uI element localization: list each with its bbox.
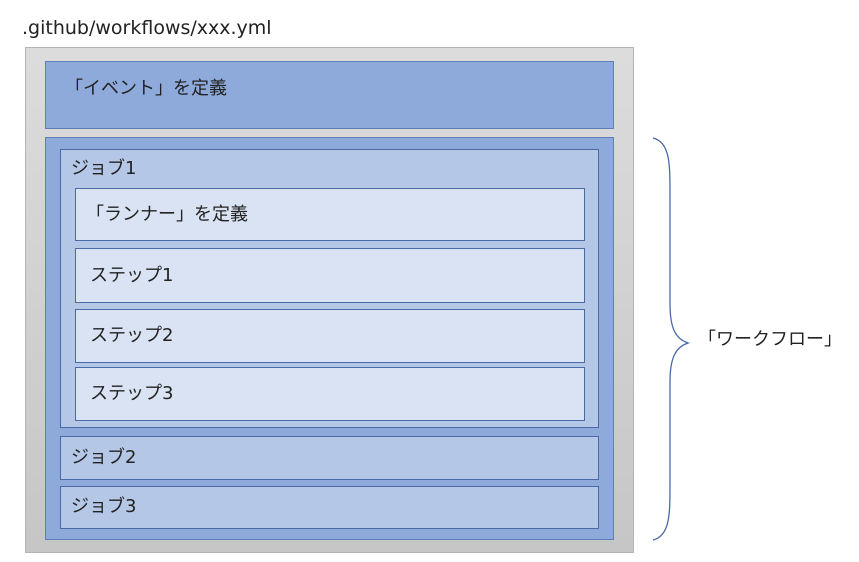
step-3-box: ステップ3 xyxy=(75,367,585,421)
event-definition-label: 「イベント」を定義 xyxy=(65,78,227,99)
runner-definition-box: 「ランナー」を定義 xyxy=(75,188,585,241)
file-path-label: .github/workflows/xxx.yml xyxy=(22,17,272,39)
step-1-box: ステップ1 xyxy=(75,248,585,303)
step-2-box: ステップ2 xyxy=(75,309,585,363)
job-2-box xyxy=(60,436,599,480)
event-definition-box: 「イベント」を定義 xyxy=(45,61,614,129)
job-2-title: ジョブ2 xyxy=(71,447,137,468)
step-2-label: ステップ2 xyxy=(90,325,174,346)
job-1-title: ジョブ1 xyxy=(71,158,137,179)
job-3-title: ジョブ3 xyxy=(71,496,137,517)
workflow-label: 「ワークフロー」 xyxy=(698,329,842,350)
workflow-brace xyxy=(652,137,691,541)
brace-path xyxy=(652,137,691,541)
step-3-label: ステップ3 xyxy=(90,383,174,404)
job-3-box xyxy=(60,486,599,529)
runner-definition-label: 「ランナー」を定義 xyxy=(86,203,248,225)
step-1-label: ステップ1 xyxy=(90,264,174,286)
